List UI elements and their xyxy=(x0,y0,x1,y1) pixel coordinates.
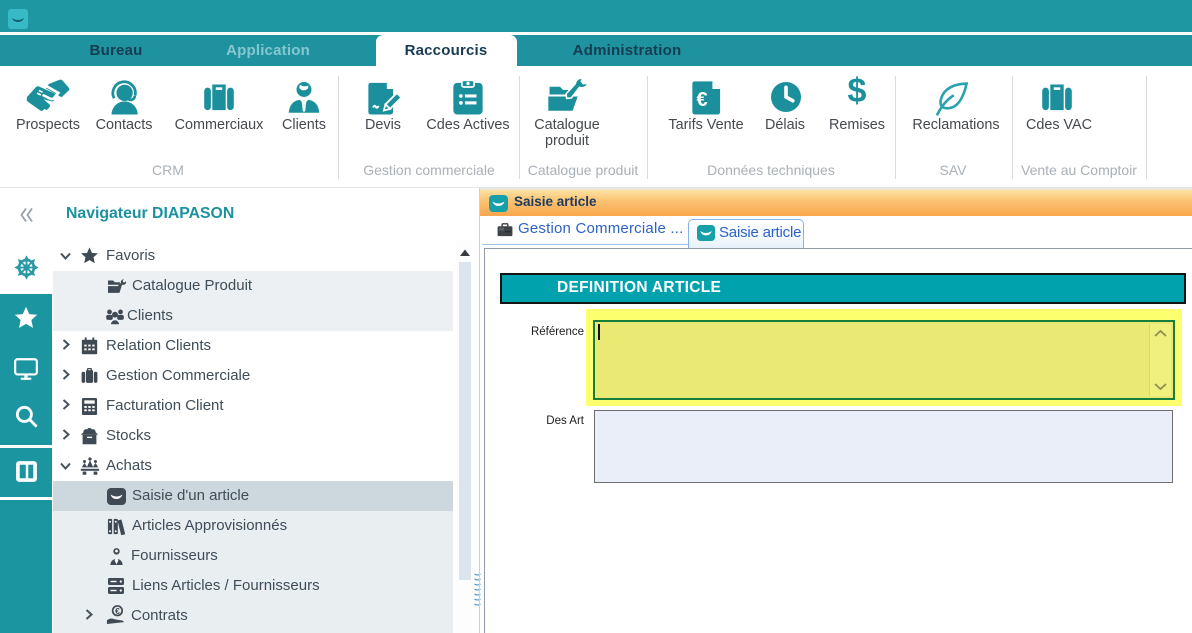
svg-text:€: € xyxy=(697,88,708,110)
svg-text:€: € xyxy=(115,606,120,616)
